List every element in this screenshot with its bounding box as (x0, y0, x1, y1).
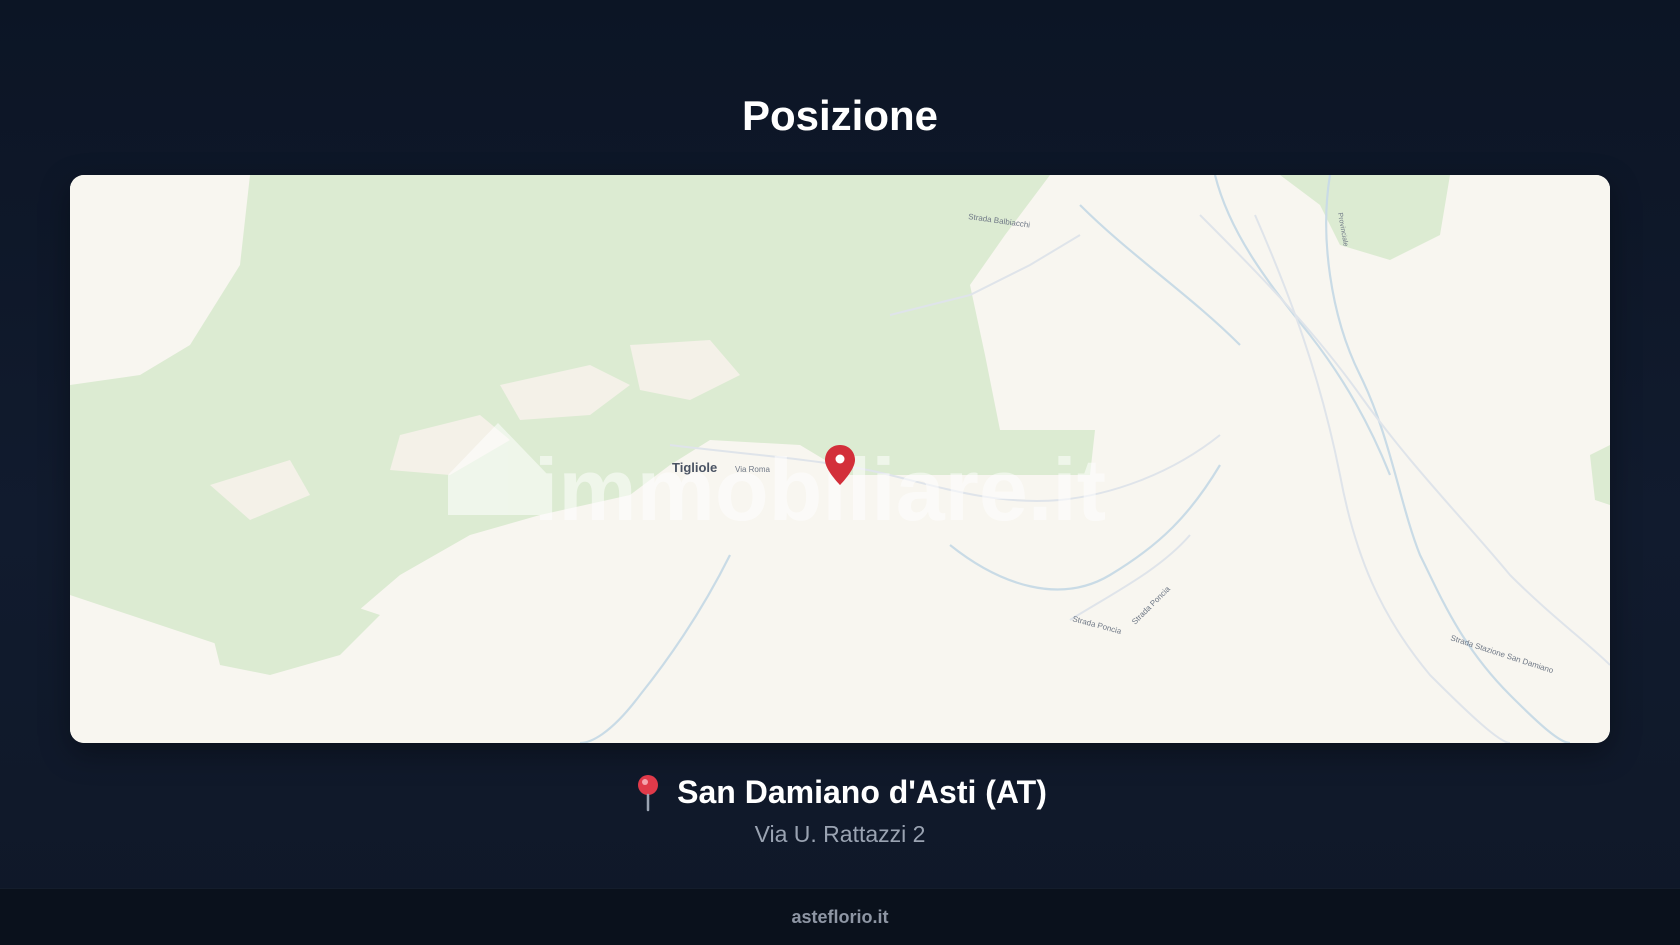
section-title: Posizione (741, 92, 939, 140)
location-address: Via U. Rattazzi 2 (754, 821, 926, 847)
map-watermark-text: immobiliare.it (534, 440, 1106, 539)
location-summary: San Damiano d'Asti (AT) (0, 770, 1680, 814)
footer-site-link[interactable]: asteflorio.it (791, 907, 888, 928)
round-pushpin-icon (638, 775, 659, 812)
footer: asteflorio.it (0, 888, 1680, 945)
map-watermark: immobiliare.it (448, 423, 1106, 539)
location-city: San Damiano d'Asti (AT) (677, 774, 1047, 810)
map-label-road-2: Via Roma (735, 465, 771, 474)
page: Posizione immobiliare.it Tigliole Via Ro… (0, 0, 1680, 945)
map-canvas[interactable]: immobiliare.it Tigliole Via Roma Strada … (70, 175, 1610, 743)
map-label-town: Tigliole (672, 460, 717, 475)
map-container[interactable]: immobiliare.it Tigliole Via Roma Strada … (70, 175, 1610, 743)
